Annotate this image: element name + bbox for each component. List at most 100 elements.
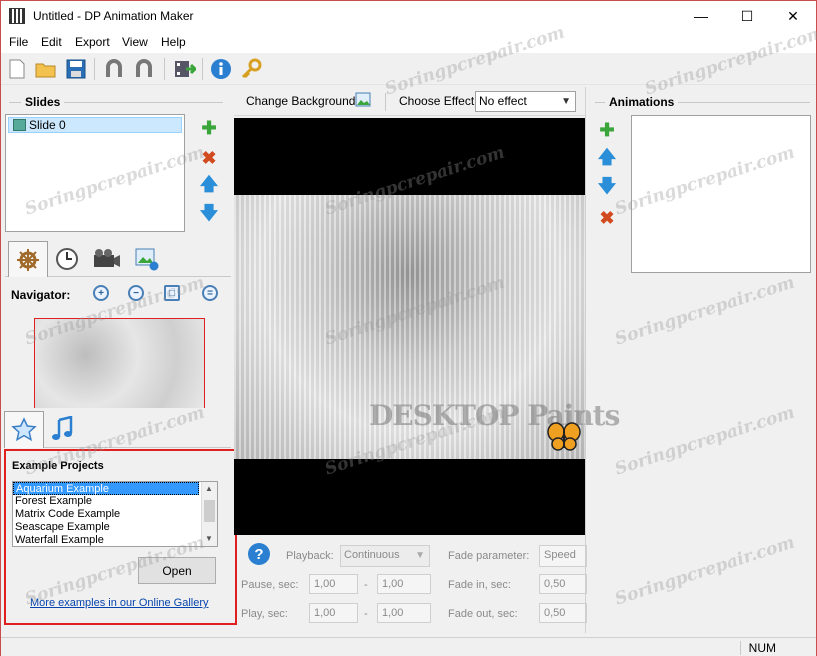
move-animation-down-button[interactable]: 🡇 [597, 176, 617, 199]
toolbar-separator [94, 58, 95, 80]
fade-parameter-field[interactable]: Speed [539, 545, 587, 567]
example-projects-header: Example Projects [12, 460, 104, 472]
move-slide-up-button[interactable]: 🡅 [199, 174, 219, 197]
list-item[interactable]: Slide 0 [8, 117, 182, 133]
open-example-button[interactable]: Open [138, 557, 216, 584]
zoom-in-button[interactable]: + [93, 285, 109, 301]
arrow-up-icon: 🡅 [597, 147, 617, 167]
menu-edit[interactable]: Edit [41, 35, 62, 49]
x-icon: ✖ [201, 147, 217, 168]
menu-view[interactable]: View [122, 35, 148, 49]
plus-icon: ✚ [201, 117, 217, 138]
online-gallery-link[interactable]: More examples in our Online Gallery [30, 597, 209, 609]
watermark-text: Soringpcrepair.com [612, 532, 798, 610]
maximize-button[interactable]: ☐ [724, 1, 770, 31]
effect-dropdown[interactable]: No effect ▼ [475, 91, 576, 112]
x-icon: ✖ [599, 207, 615, 228]
music-note-icon [52, 416, 73, 440]
tab-timing[interactable] [47, 241, 87, 277]
plus-icon: ✚ [599, 119, 615, 140]
fade-out-label: Fade out, sec: [448, 608, 518, 620]
pause-label: Pause, sec: [241, 579, 299, 591]
help-button[interactable]: ? [247, 542, 271, 569]
pause-dash: - [364, 579, 368, 591]
pause-from-field[interactable]: 1,00 [309, 574, 358, 594]
close-button[interactable]: ✕ [770, 1, 816, 31]
play-from-field[interactable]: 1,00 [309, 603, 358, 623]
tab-camera[interactable] [87, 241, 127, 277]
minimize-button[interactable]: — [678, 1, 724, 31]
scroll-up-icon[interactable]: ▲ [205, 484, 213, 493]
redo-icon [136, 59, 152, 77]
example-projects-panel: Example Projects Aquarium Example Forest… [4, 449, 237, 625]
fade-in-label: Fade in, sec: [448, 579, 511, 591]
add-slide-button[interactable]: ✚ [199, 118, 219, 138]
change-background-button[interactable] [355, 91, 373, 109]
zoom-out-button[interactable]: − [128, 285, 144, 301]
film-app-icon [9, 8, 25, 24]
slides-list[interactable]: Slide 0 [5, 114, 185, 232]
open-folder-button[interactable] [34, 57, 58, 81]
delete-slide-button[interactable]: ✖ [199, 148, 219, 168]
example-projects-list[interactable]: Aquarium Example Forest Example Matrix C… [12, 481, 218, 547]
toolbar-separator [385, 93, 386, 111]
save-button[interactable] [64, 57, 88, 81]
fade-in-field[interactable]: 0,50 [539, 574, 587, 594]
title-bar: Untitled - DP Animation Maker — ☐ ✕ [1, 1, 816, 31]
zoom-fit-icon: □ [168, 287, 176, 299]
example-list-scrollbar[interactable]: ▲ ▼ [201, 482, 217, 546]
image-info-icon [135, 248, 159, 271]
num-lock-indicator: NUM [739, 641, 776, 655]
tab-image-info[interactable] [127, 241, 167, 277]
butterfly-icon[interactable] [547, 422, 581, 455]
panel-splitter[interactable] [585, 87, 586, 633]
list-item[interactable]: Waterfall Example [13, 534, 217, 546]
register-button[interactable] [239, 57, 263, 81]
tab-music[interactable] [43, 411, 83, 447]
move-animation-up-button[interactable]: 🡅 [597, 147, 617, 170]
toolbar-separator [202, 58, 203, 80]
list-item[interactable]: Matrix Code Example [13, 508, 217, 521]
zoom-in-icon: + [98, 287, 104, 299]
info-icon [211, 59, 231, 79]
undo-button[interactable] [103, 57, 127, 81]
fade-out-field[interactable]: 0,50 [539, 603, 587, 623]
pause-to-field[interactable]: 1,00 [377, 574, 431, 594]
tab-examples[interactable] [4, 411, 44, 448]
scroll-thumb[interactable] [204, 500, 215, 522]
about-button[interactable] [209, 57, 233, 81]
scroll-down-icon[interactable]: ▼ [205, 534, 213, 543]
new-file-button[interactable] [5, 57, 29, 81]
zoom-fit-button[interactable]: □ [164, 285, 180, 301]
menu-file[interactable]: File [9, 35, 28, 49]
add-animation-button[interactable]: ✚ [597, 120, 617, 140]
slide-label: Slide 0 [29, 118, 66, 132]
list-item[interactable]: Forest Example [13, 495, 217, 508]
playback-dropdown[interactable]: Continuous ▼ [340, 545, 430, 567]
desktop-paints-logo: DESKTOP Paints [369, 399, 620, 432]
help-icon: ? [248, 543, 270, 565]
change-background-label[interactable]: Change Background [246, 94, 355, 108]
animations-list[interactable] [631, 115, 811, 273]
list-item[interactable]: Aquarium Example [13, 482, 199, 495]
status-bar: NUM [1, 637, 816, 656]
play-to-field[interactable]: 1,00 [377, 603, 431, 623]
navigator-preview[interactable] [34, 318, 205, 408]
play-label: Play, sec: [241, 608, 288, 620]
menu-export[interactable]: Export [75, 35, 110, 49]
watermark-text: Soringpcrepair.com [612, 402, 798, 480]
window-title: Untitled - DP Animation Maker [33, 9, 194, 23]
chevron-down-icon: ▼ [415, 550, 425, 561]
delete-animation-button[interactable]: ✖ [597, 208, 617, 228]
effect-value: No effect [479, 94, 527, 108]
move-slide-down-button[interactable]: 🡇 [199, 203, 219, 226]
tab-navigator[interactable] [8, 241, 48, 277]
export-video-button[interactable] [173, 57, 197, 81]
watermark-text: Soringpcrepair.com [612, 272, 798, 350]
zoom-actual-button[interactable]: = [202, 285, 218, 301]
list-item[interactable]: Seascape Example [13, 521, 217, 534]
chevron-down-icon: ▼ [561, 96, 571, 107]
menu-help[interactable]: Help [161, 35, 186, 49]
key-icon [241, 58, 262, 79]
redo-button[interactable] [133, 57, 157, 81]
